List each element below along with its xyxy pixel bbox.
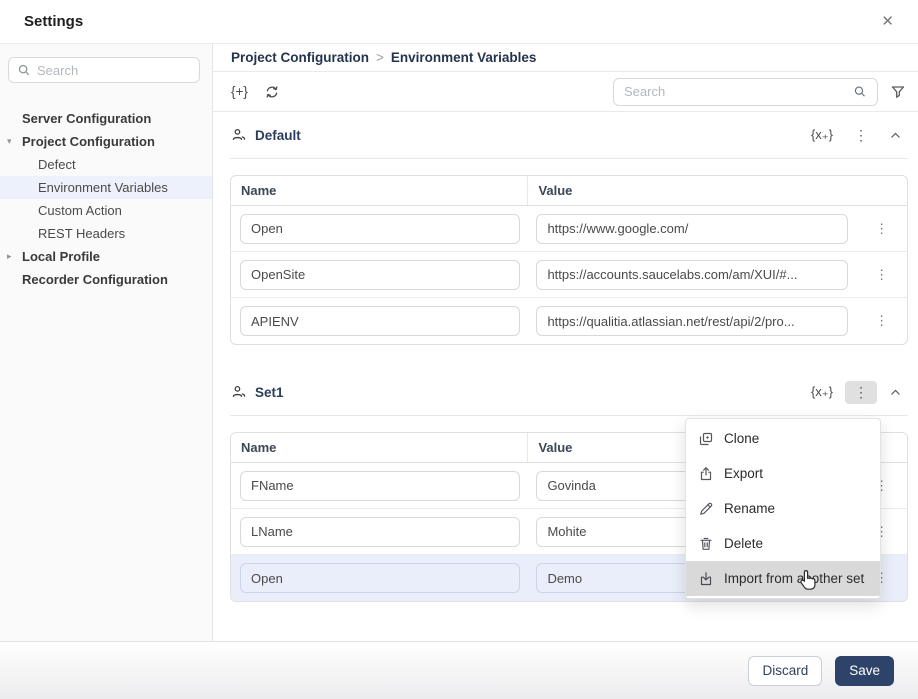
filter-icon <box>890 84 906 100</box>
kebab-icon: ⋮ <box>854 127 868 143</box>
sidebar-item-recorder-configuration[interactable]: Recorder Configuration <box>0 268 212 291</box>
default-variables-table: Name Value ⋮ ⋮ <box>230 175 908 345</box>
column-header-name: Name <box>231 433 528 462</box>
row-menu-button[interactable]: ⋮ <box>869 311 894 331</box>
env-toolbar: {+} <box>213 72 918 112</box>
settings-nav: Server Configuration ▾Project Configurat… <box>0 107 212 291</box>
chevron-up-icon <box>889 386 902 399</box>
variable-name-input[interactable] <box>240 517 520 547</box>
kebab-icon: ⋮ <box>854 384 868 400</box>
users-icon <box>230 384 247 401</box>
section-title: Default <box>255 128 301 143</box>
variable-name-input[interactable] <box>240 563 520 593</box>
section-header-default: Default {x₊} ⋮ <box>230 112 908 159</box>
dialog-footer: Discard Save <box>0 641 918 699</box>
dialog-header: Settings ✕ <box>0 0 918 44</box>
sidebar-item-project-configuration[interactable]: ▾Project Configuration <box>0 130 212 153</box>
sidebar-search-input[interactable] <box>37 63 191 78</box>
kebab-icon: ⋮ <box>875 313 888 328</box>
close-icon: ✕ <box>881 13 894 30</box>
refresh-button[interactable] <box>264 84 280 100</box>
delete-icon <box>698 536 714 552</box>
variable-value-input[interactable] <box>536 306 848 336</box>
sidebar-item-local-profile[interactable]: ▸Local Profile <box>0 245 212 268</box>
collapse-section-button[interactable] <box>883 125 908 146</box>
sidebar-item-environment-variables[interactable]: Environment Variables <box>0 176 212 199</box>
search-icon <box>853 84 867 99</box>
add-variable-icon: {x₊} <box>811 384 833 400</box>
table-row: ⋮ <box>231 252 907 298</box>
variable-name-input[interactable] <box>240 260 520 290</box>
variable-name-input[interactable] <box>240 306 520 336</box>
import-icon <box>698 571 714 587</box>
add-variable-button[interactable]: {x₊} <box>805 380 839 404</box>
variables-search[interactable] <box>613 78 878 106</box>
section-title: Set1 <box>255 385 284 400</box>
variables-search-input[interactable] <box>624 84 845 99</box>
clone-icon <box>698 431 714 447</box>
close-button[interactable]: ✕ <box>881 14 894 29</box>
add-set-icon: {+} <box>231 84 248 99</box>
chevron-up-icon <box>889 129 902 142</box>
settings-dialog: Settings ✕ Server Configuration ▾Project… <box>0 0 918 699</box>
set-menu-button-active[interactable]: ⋮ <box>845 381 877 404</box>
sidebar-search[interactable] <box>8 57 200 83</box>
breadcrumb: Project Configuration > Environment Vari… <box>213 44 918 72</box>
variable-name-input[interactable] <box>240 214 520 244</box>
menu-item-export[interactable]: Export <box>686 456 880 491</box>
row-menu-button[interactable]: ⋮ <box>869 265 894 285</box>
save-button[interactable]: Save <box>835 656 894 686</box>
chevron-down-icon: ▾ <box>7 136 12 147</box>
table-row: ⋮ <box>231 298 907 344</box>
search-icon <box>17 63 31 77</box>
menu-item-rename[interactable]: Rename <box>686 491 880 526</box>
sidebar-item-server-configuration[interactable]: Server Configuration <box>0 107 212 130</box>
add-variable-button[interactable]: {x₊} <box>805 123 839 147</box>
menu-item-clone[interactable]: Clone <box>686 421 880 456</box>
rename-icon <box>698 501 714 517</box>
breadcrumb-project-configuration[interactable]: Project Configuration <box>231 50 369 65</box>
menu-item-import-from-another-set[interactable]: Import from another set <box>686 561 880 596</box>
column-header-name: Name <box>231 176 528 205</box>
export-icon <box>698 466 714 482</box>
chevron-right-icon: ▸ <box>7 251 12 262</box>
settings-sidebar: Server Configuration ▾Project Configurat… <box>0 44 213 641</box>
section-header-set1: Set1 {x₊} ⋮ <box>230 369 908 416</box>
menu-item-delete[interactable]: Delete <box>686 526 880 561</box>
filter-button[interactable] <box>890 84 906 100</box>
variable-name-input[interactable] <box>240 471 520 501</box>
table-row: ⋮ <box>231 206 907 252</box>
kebab-icon: ⋮ <box>875 221 888 236</box>
breadcrumb-separator: > <box>376 50 384 65</box>
collapse-section-button[interactable] <box>883 382 908 403</box>
column-header-value: Value <box>528 176 856 205</box>
breadcrumb-environment-variables[interactable]: Environment Variables <box>391 50 537 65</box>
dialog-title: Settings <box>24 13 83 30</box>
refresh-icon <box>264 84 280 100</box>
sidebar-item-defect[interactable]: Defect <box>0 153 212 176</box>
sidebar-item-custom-action[interactable]: Custom Action <box>0 199 212 222</box>
variable-value-input[interactable] <box>536 214 848 244</box>
set-context-menu: Clone Export Rename Delete Import from a… <box>685 418 881 599</box>
kebab-icon: ⋮ <box>875 267 888 282</box>
discard-button[interactable]: Discard <box>748 656 822 686</box>
users-icon <box>230 127 247 144</box>
row-menu-button[interactable]: ⋮ <box>869 219 894 239</box>
variable-value-input[interactable] <box>536 260 848 290</box>
add-variable-icon: {x₊} <box>811 127 833 143</box>
sidebar-item-rest-headers[interactable]: REST Headers <box>0 222 212 245</box>
set-menu-button[interactable]: ⋮ <box>845 124 877 147</box>
add-set-button[interactable]: {+} <box>231 84 248 99</box>
